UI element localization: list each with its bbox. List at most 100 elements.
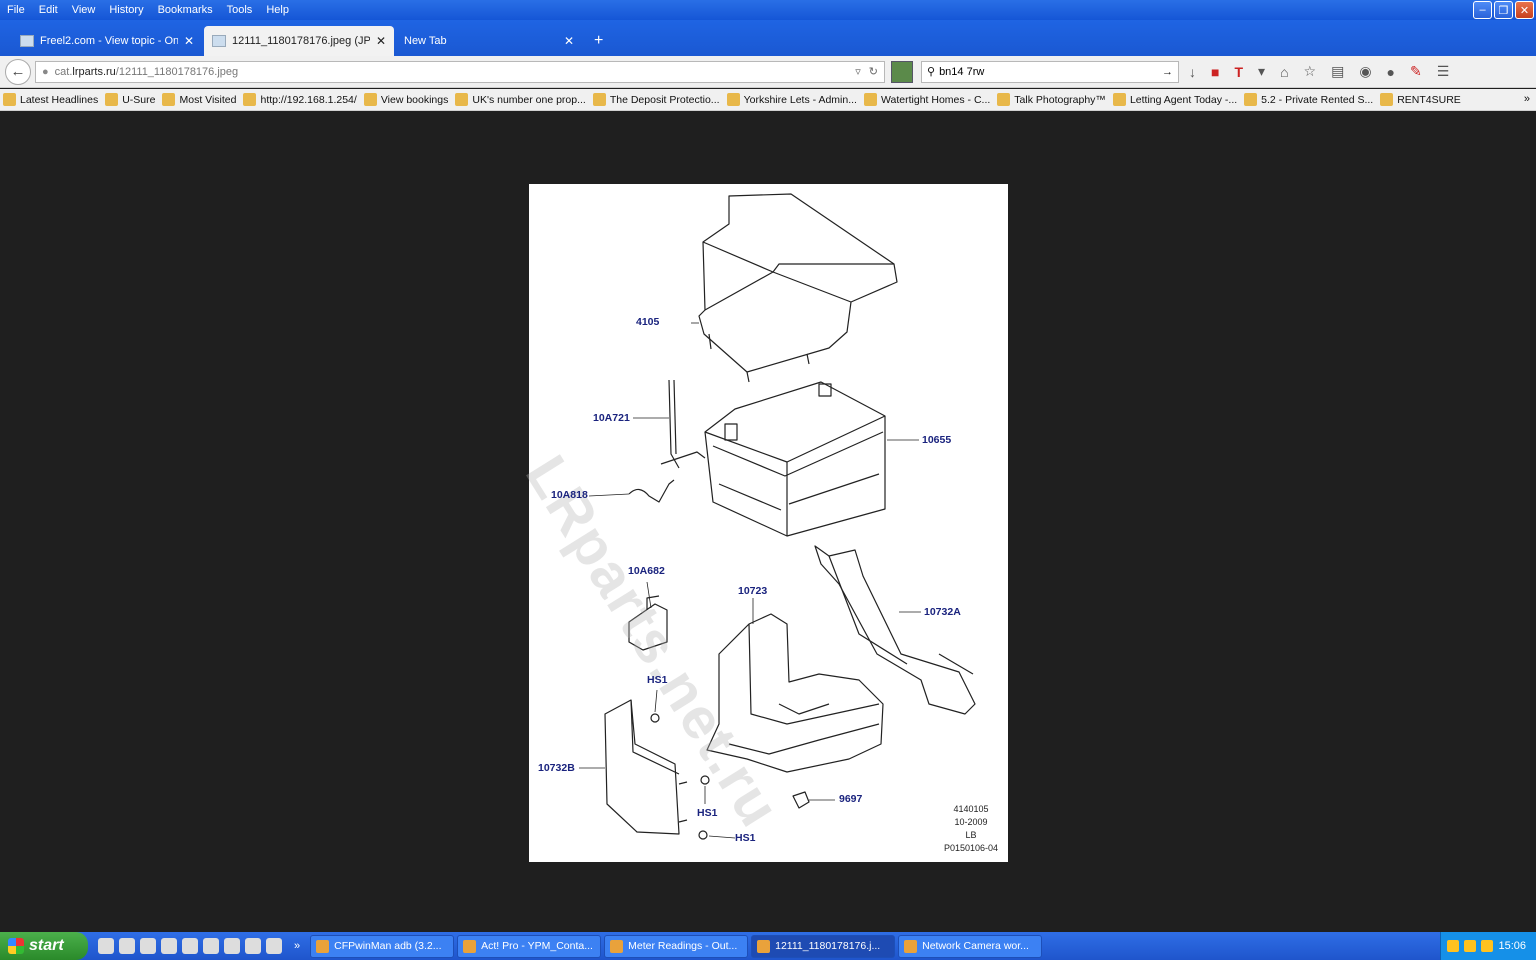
minimize-button[interactable]: – [1473, 1, 1492, 19]
back-arrow-icon[interactable]: ← [5, 58, 31, 85]
close-icon[interactable]: ✕ [376, 34, 386, 48]
pocket-icon[interactable]: ◉ [1359, 63, 1371, 80]
firefox-icon[interactable] [98, 938, 114, 954]
bookmarks-overflow-chevron-icon[interactable]: » [1524, 93, 1530, 105]
pdf-addon-icon[interactable]: ■ [1211, 64, 1219, 80]
reload-icon[interactable]: ↻ [869, 65, 878, 78]
new-tab-plus-icon[interactable]: + [584, 32, 613, 56]
text-addon-icon[interactable]: T [1234, 64, 1243, 80]
app-icon[interactable] [245, 938, 261, 954]
menu-bar: File Edit View History Bookmarks Tools H… [0, 0, 1536, 20]
tab-new[interactable]: New Tab ✕ [396, 26, 582, 56]
bookmark-router[interactable]: http://192.168.1.254/ [243, 93, 357, 106]
tray-network-icon[interactable] [1481, 940, 1494, 952]
restore-button[interactable]: ❐ [1494, 1, 1513, 19]
system-tray: 15:06 [1440, 932, 1536, 960]
opera-icon[interactable] [182, 938, 198, 954]
task-act-pro[interactable]: Act! Pro - YPM_Conta... [457, 934, 602, 958]
rss-icon [3, 93, 16, 106]
bookmark-private-rented[interactable]: 5.2 - Private Rented S... [1244, 93, 1373, 106]
diagram-part-code: P0150106-04 [943, 843, 999, 853]
windows-taskbar: start » CFPwinMan adb (3.2... Act! Pro -… [0, 932, 1536, 960]
task-meter-readings[interactable]: Meter Readings - Out... [604, 934, 749, 958]
close-icon[interactable]: ✕ [184, 34, 194, 48]
url-prefix: cat. [54, 65, 73, 78]
label-10a682: 10A682 [628, 565, 665, 577]
tab-jpeg[interactable]: 12111_1180178176.jpeg (JP... ✕ [204, 26, 394, 56]
label-10655: 10655 [922, 434, 952, 446]
tab-freel2[interactable]: Freel2.com - View topic - Onli... ✕ [12, 26, 202, 56]
tools-addon-icon[interactable]: ✎ [1410, 63, 1422, 80]
task-list: CFPwinMan adb (3.2... Act! Pro - YPM_Con… [310, 934, 1043, 958]
image-icon [212, 35, 226, 47]
bookmark-deposit-protection[interactable]: The Deposit Protectio... [592, 93, 720, 106]
bookmark-rent4sure[interactable]: RENT4SURE [1380, 93, 1461, 106]
addon-icon[interactable] [891, 60, 913, 83]
media-player-icon[interactable] [224, 938, 240, 954]
folder-icon [105, 93, 119, 106]
word-icon[interactable] [161, 938, 177, 954]
address-bar[interactable]: ● cat. lrparts.ru/12111_1180178176.jpeg ▿… [35, 60, 885, 83]
label-hs1: HS1 [735, 832, 756, 844]
home-icon[interactable]: ⌂ [1280, 64, 1288, 80]
dps-icon [592, 93, 606, 106]
diagram-reference-block: 4140105 10-2009 LB P0150106-04 [941, 803, 1001, 855]
bookmark-latest-headlines[interactable]: Latest Headlines [3, 93, 98, 106]
tab-title: Freel2.com - View topic - Onli... [40, 35, 178, 47]
task-firefox-jpeg[interactable]: 12111_1180178176.j... [751, 934, 896, 958]
label-10732b: 10732B [538, 762, 575, 774]
menu-file[interactable]: File [0, 4, 32, 16]
picasa-icon[interactable] [203, 938, 219, 954]
clock: 15:06 [1498, 940, 1526, 952]
chevron-down-icon[interactable]: ▾ [1258, 63, 1265, 80]
reading-list-icon[interactable]: ▤ [1331, 63, 1344, 80]
menu-edit[interactable]: Edit [32, 4, 65, 16]
star-icon[interactable]: ☆ [1304, 63, 1317, 80]
quick-launch-more-chevron-icon[interactable]: » [294, 940, 300, 952]
logo-icon [863, 93, 877, 106]
diagram-date: 10-2009 [954, 817, 988, 827]
task-cfpwinman[interactable]: CFPwinMan adb (3.2... [310, 934, 455, 958]
search-input[interactable] [939, 65, 1162, 78]
bookmark-yorkshire-lets[interactable]: Yorkshire Lets - Admin... [726, 93, 857, 106]
toolbar-icons: ↓ ■ T ▾ ⌂ ☆ ▤ ◉ ● ✎ ☰ [1189, 63, 1449, 80]
clip-9697-part [792, 791, 810, 809]
battery-cover-part [698, 193, 898, 383]
network-icon[interactable] [266, 938, 282, 954]
bookmark-view-bookings[interactable]: View bookings [363, 93, 448, 106]
tray-back-icon[interactable] [1447, 940, 1460, 952]
close-icon[interactable]: ✕ [564, 34, 574, 48]
start-button[interactable]: start [0, 932, 88, 960]
search-go-arrow-icon[interactable]: → [1162, 66, 1173, 78]
menu-help[interactable]: Help [259, 4, 296, 16]
bookmark-most-visited[interactable]: Most Visited [162, 93, 236, 106]
menu-bookmarks[interactable]: Bookmarks [151, 4, 220, 16]
battery-part [704, 381, 886, 537]
bookmark-uk-number-one[interactable]: UK's number one prop... [455, 93, 586, 106]
bookmarks-bar: Latest Headlines U-Sure Most Visited htt… [0, 89, 1536, 111]
outlook-icon[interactable] [119, 938, 135, 954]
menu-history[interactable]: History [102, 4, 150, 16]
menu-tools[interactable]: Tools [220, 4, 260, 16]
bookmark-u-sure[interactable]: U-Sure [105, 93, 155, 106]
hamburger-menu-icon[interactable]: ☰ [1437, 63, 1450, 80]
tray-outlook-icon[interactable] [1464, 940, 1477, 952]
parts-diagram-image[interactable]: LRparts.net.ru 4105 10A721 10655 10A818 … [513, 184, 1008, 862]
bookmark-letting-agent-today[interactable]: Letting Agent Today -... [1112, 93, 1237, 106]
close-window-button[interactable]: ✕ [1515, 1, 1534, 19]
page-icon [363, 93, 377, 106]
label-10a721: 10A721 [593, 412, 630, 424]
explorer-icon[interactable] [140, 938, 156, 954]
label-9697: 9697 [839, 793, 863, 805]
task-network-camera[interactable]: Network Camera wor... [898, 934, 1043, 958]
camera-icon [997, 93, 1011, 106]
logo-icon [1380, 93, 1394, 106]
dropdown-arrow-icon[interactable]: ▿ [855, 65, 861, 78]
menu-view[interactable]: View [65, 4, 103, 16]
bookmark-watertight-homes[interactable]: Watertight Homes - C... [863, 93, 990, 106]
search-box[interactable]: ⚲ → [921, 60, 1179, 83]
bookmark-talk-photography[interactable]: Talk Photography™ [997, 93, 1106, 106]
download-icon[interactable]: ↓ [1189, 64, 1196, 80]
app-icon [463, 939, 477, 953]
chat-icon[interactable]: ● [1387, 64, 1395, 80]
